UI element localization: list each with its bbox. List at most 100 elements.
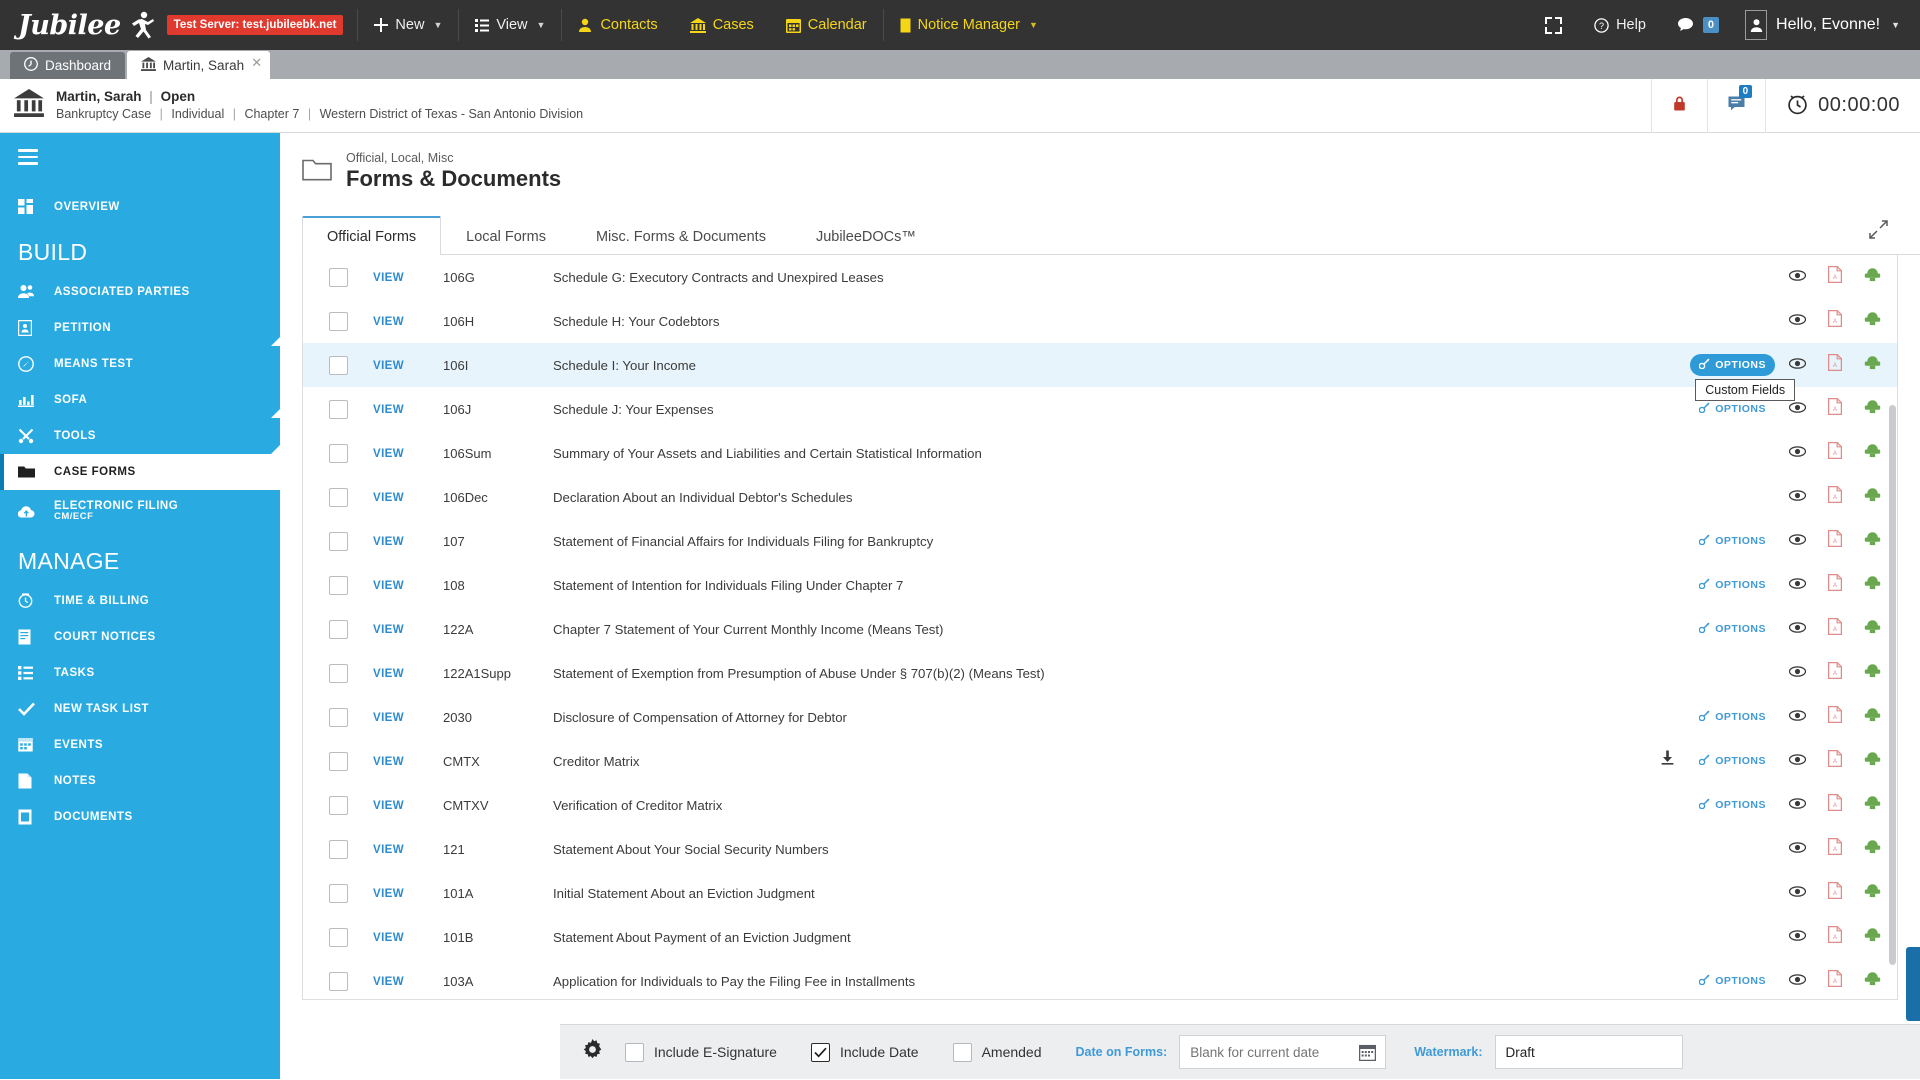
right-edge-panel-handle[interactable]: [1906, 947, 1920, 1021]
preview-eye-icon[interactable]: [1788, 356, 1807, 374]
row-select-cell[interactable]: [303, 959, 373, 999]
table-row[interactable]: VIEW 106Sum Summary of Your Assets and Lia…: [303, 431, 1897, 475]
options-button[interactable]: OPTIONS: [1690, 354, 1775, 377]
pdf-icon[interactable]: A: [1827, 441, 1843, 464]
print-icon[interactable]: [1864, 311, 1881, 331]
close-icon[interactable]: ✕: [251, 55, 262, 71]
table-row[interactable]: VIEW 106I Schedule I: Your Income OPTIONS A: [303, 343, 1897, 387]
sidebar-item-notes[interactable]: NOTES: [0, 763, 280, 799]
table-row[interactable]: VIEW 101B Statement About Payment of an Ev…: [303, 915, 1897, 959]
row-view-cell[interactable]: VIEW: [373, 827, 443, 871]
row-checkbox[interactable]: [328, 355, 348, 375]
pdf-icon[interactable]: A: [1827, 749, 1843, 772]
sidebar-toggle-button[interactable]: [0, 133, 280, 183]
help-button[interactable]: ? Help: [1578, 0, 1662, 50]
options-button[interactable]: OPTIONS: [1690, 530, 1775, 552]
include-date-checkbox[interactable]: Include Date: [810, 1042, 919, 1062]
table-row[interactable]: VIEW CMTXV Verification of Creditor Matrix…: [303, 783, 1897, 827]
table-row[interactable]: VIEW 103A Application for Individuals to P…: [303, 959, 1897, 999]
row-select-cell[interactable]: [303, 299, 373, 343]
sidebar-item-overview[interactable]: OVERVIEW: [0, 189, 280, 225]
preview-eye-icon[interactable]: [1788, 972, 1807, 990]
row-checkbox[interactable]: [328, 267, 348, 287]
table-scrollbar[interactable]: [1889, 405, 1896, 965]
view-link[interactable]: VIEW: [373, 712, 404, 724]
view-link[interactable]: VIEW: [373, 448, 404, 460]
tab-jubileedocs[interactable]: JubileeDOCs™: [791, 217, 941, 255]
options-button[interactable]: OPTIONS: [1690, 794, 1775, 816]
table-row[interactable]: VIEW 106J Schedule J: Your Expenses OPTIONS…: [303, 387, 1897, 431]
table-row[interactable]: VIEW 101A Initial Statement About an Evict…: [303, 871, 1897, 915]
print-icon[interactable]: [1864, 971, 1881, 991]
row-view-cell[interactable]: VIEW: [373, 255, 443, 299]
nav-item-notice-manager[interactable]: Notice Manager ▼: [884, 0, 1054, 50]
sidebar-item-sofa[interactable]: SOFA: [0, 382, 280, 418]
row-view-cell[interactable]: VIEW: [373, 387, 443, 431]
pdf-icon[interactable]: A: [1827, 485, 1843, 508]
row-select-cell[interactable]: [303, 519, 373, 563]
row-select-cell[interactable]: [303, 343, 373, 387]
options-button[interactable]: OPTIONS: [1690, 706, 1775, 728]
row-view-cell[interactable]: VIEW: [373, 959, 443, 999]
row-checkbox[interactable]: [328, 531, 348, 551]
print-icon[interactable]: [1864, 399, 1881, 419]
workspace-tab-martin-sarah[interactable]: Martin, Sarah ✕: [127, 51, 271, 79]
table-row[interactable]: VIEW 108 Statement of Intention for Indivi…: [303, 563, 1897, 607]
row-view-cell[interactable]: VIEW: [373, 519, 443, 563]
view-link[interactable]: VIEW: [373, 668, 404, 680]
nav-item-new[interactable]: New ▼: [358, 0, 458, 50]
pdf-icon[interactable]: A: [1827, 353, 1843, 376]
row-checkbox[interactable]: [328, 795, 348, 815]
options-button[interactable]: OPTIONS: [1690, 970, 1775, 992]
print-icon[interactable]: [1864, 795, 1881, 815]
row-view-cell[interactable]: VIEW: [373, 915, 443, 959]
view-link[interactable]: VIEW: [373, 624, 404, 636]
row-checkbox[interactable]: [328, 619, 348, 639]
brand-logo-group[interactable]: Jubilee Test Server: test.jubileebk.net: [0, 0, 357, 50]
pdf-icon[interactable]: A: [1827, 793, 1843, 816]
table-row[interactable]: VIEW 106Dec Declaration About an Individua…: [303, 475, 1897, 519]
row-view-cell[interactable]: VIEW: [373, 607, 443, 651]
pdf-icon[interactable]: A: [1827, 881, 1843, 904]
date-on-forms-input[interactable]: [1180, 1036, 1351, 1068]
sidebar-item-associated-parties[interactable]: ASSOCIATED PARTIES: [0, 274, 280, 310]
row-checkbox[interactable]: [328, 443, 348, 463]
row-select-cell[interactable]: [303, 431, 373, 475]
options-button[interactable]: OPTIONS: [1690, 750, 1775, 772]
pdf-icon[interactable]: A: [1827, 309, 1843, 332]
view-link[interactable]: VIEW: [373, 976, 404, 988]
sidebar-item-new-task-list[interactable]: NEW TASK LIST: [0, 691, 280, 727]
table-row[interactable]: VIEW CMTX Creditor Matrix OPTIONS A: [303, 739, 1897, 783]
print-icon[interactable]: [1864, 839, 1881, 859]
row-checkbox[interactable]: [328, 707, 348, 727]
user-menu[interactable]: Hello, Evonne! ▼: [1735, 0, 1920, 50]
sidebar-item-tools[interactable]: TOOLS: [0, 418, 280, 454]
row-select-cell[interactable]: [303, 783, 373, 827]
table-row[interactable]: VIEW 122A Chapter 7 Statement of Your Curr…: [303, 607, 1897, 651]
workspace-tab-dashboard[interactable]: Dashboard: [10, 52, 126, 79]
view-link[interactable]: VIEW: [373, 536, 404, 548]
sidebar-item-events[interactable]: EVENTS: [0, 727, 280, 763]
gear-icon[interactable]: [582, 1039, 603, 1065]
row-view-cell[interactable]: VIEW: [373, 739, 443, 783]
pdf-icon[interactable]: A: [1827, 573, 1843, 596]
row-checkbox[interactable]: [328, 751, 348, 771]
table-row[interactable]: VIEW 106H Schedule H: Your Codebtors A: [303, 299, 1897, 343]
print-icon[interactable]: [1864, 355, 1881, 375]
sidebar-item-means-test[interactable]: MEANS TEST: [0, 346, 280, 382]
row-select-cell[interactable]: [303, 695, 373, 739]
preview-eye-icon[interactable]: [1788, 312, 1807, 330]
view-link[interactable]: VIEW: [373, 888, 404, 900]
pdf-icon[interactable]: A: [1827, 617, 1843, 640]
row-select-cell[interactable]: [303, 915, 373, 959]
print-icon[interactable]: [1864, 751, 1881, 771]
print-icon[interactable]: [1864, 267, 1881, 287]
chat-button[interactable]: 0: [1662, 0, 1735, 50]
preview-eye-icon[interactable]: [1788, 664, 1807, 682]
view-link[interactable]: VIEW: [373, 492, 404, 504]
pdf-icon[interactable]: A: [1827, 969, 1843, 992]
row-select-cell[interactable]: [303, 255, 373, 299]
view-link[interactable]: VIEW: [373, 932, 404, 944]
view-link[interactable]: VIEW: [373, 844, 404, 856]
pdf-icon[interactable]: A: [1827, 837, 1843, 860]
